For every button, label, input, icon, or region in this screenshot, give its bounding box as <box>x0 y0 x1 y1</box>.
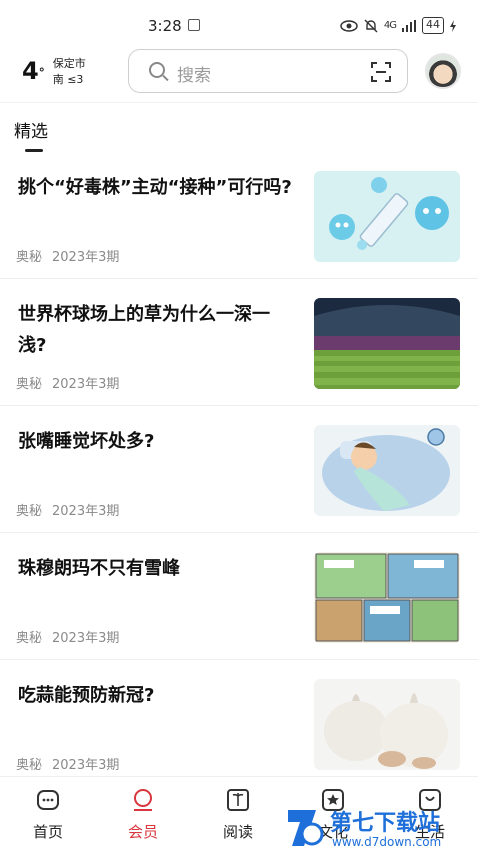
home-icon <box>37 790 59 810</box>
nav-member-label: 会员 <box>127 823 158 841</box>
status-time: 3:28 <box>148 17 182 35</box>
article-thumbnail <box>314 171 460 262</box>
tab-featured[interactable]: 精选 <box>14 117 48 142</box>
notification-icon <box>188 19 200 31</box>
article-title: 世界杯球场上的草为什么一深一浅? <box>18 304 270 356</box>
article-thumbnail <box>314 552 460 643</box>
status-icons: 4G 44 <box>340 17 456 34</box>
article-issue: 2023年3期 <box>52 631 120 646</box>
watermark-text: 第七下载站 <box>330 810 440 836</box>
eye-icon <box>340 19 358 32</box>
tab-bar: 精选 <box>0 102 478 152</box>
article-source: 奥秘 <box>16 504 43 519</box>
article-meta: 奥秘 2023年3期 <box>16 373 119 392</box>
weather-wind: 南 ≤3 <box>52 73 84 86</box>
article-title: 张嘴睡觉坏处多? <box>18 431 155 452</box>
list-item[interactable]: 吃蒜能预防新冠? 奥秘 2023年3期 <box>0 660 478 787</box>
list-item[interactable]: 珠穆朗玛不只有雪峰 奥秘 2023年3期 <box>0 533 478 660</box>
article-source: 奥秘 <box>16 758 43 773</box>
search-placeholder: 搜索 <box>177 66 211 86</box>
watermark-url: www.d7down.com <box>332 835 441 849</box>
nav-home-label: 首页 <box>32 823 63 841</box>
nav-read-label: 阅读 <box>222 823 253 841</box>
article-issue: 2023年3期 <box>52 377 120 392</box>
temperature: 4° <box>22 57 45 85</box>
battery-icon: 44 <box>422 17 444 34</box>
article-thumbnail <box>314 679 460 770</box>
list-item[interactable]: 张嘴睡觉坏处多? 奥秘 2023年3期 <box>0 406 478 533</box>
article-source: 奥秘 <box>16 377 43 392</box>
signal-icon: 4G <box>383 20 397 31</box>
nav-home[interactable]: 首页 <box>18 787 78 842</box>
article-title: 挑个“好毒株”主动“接种”可行吗? <box>18 177 292 198</box>
search-bar[interactable]: 搜索 <box>128 49 408 93</box>
article-meta: 奥秘 2023年3期 <box>16 500 119 519</box>
charging-icon <box>450 19 456 32</box>
signal-bars-icon <box>402 19 416 32</box>
header: 4° 保定市 南 ≤3 搜索 <box>0 44 478 100</box>
watermark-logo: 第七下载站 www.d7down.com <box>288 810 441 849</box>
article-meta: 奥秘 2023年3期 <box>16 246 119 265</box>
member-icon <box>134 789 152 811</box>
article-source: 奥秘 <box>16 631 43 646</box>
article-issue: 2023年3期 <box>52 250 120 265</box>
article-meta: 奥秘 2023年3期 <box>16 754 119 773</box>
search-icon <box>149 62 165 78</box>
weather-widget[interactable]: 4° 保定市 南 ≤3 <box>22 56 86 88</box>
nav-read[interactable]: 阅读 <box>208 787 268 842</box>
book-icon <box>227 789 249 811</box>
list-item[interactable]: 挑个“好毒株”主动“接种”可行吗? 奥秘 2023年3期 <box>0 152 478 279</box>
article-issue: 2023年3期 <box>52 758 120 773</box>
list-item[interactable]: 世界杯球场上的草为什么一深一浅? 奥秘 2023年3期 <box>0 279 478 406</box>
weather-info: 保定市 南 ≤3 <box>53 56 86 88</box>
avatar[interactable] <box>425 53 461 89</box>
article-thumbnail <box>314 425 460 516</box>
article-list: 挑个“好毒株”主动“接种”可行吗? 奥秘 2023年3期 世界杯球场上的草为什么一… <box>0 152 478 787</box>
weather-city: 保定市 <box>52 57 86 70</box>
article-meta: 奥秘 2023年3期 <box>16 627 119 646</box>
article-issue: 2023年3期 <box>52 504 120 519</box>
article-thumbnail <box>314 298 460 389</box>
mute-icon <box>364 19 378 32</box>
status-bar: 3:28 4G 44 <box>0 0 478 44</box>
article-title: 吃蒜能预防新冠? <box>18 685 155 706</box>
scan-icon[interactable] <box>371 62 391 82</box>
article-source: 奥秘 <box>16 250 43 265</box>
nav-member[interactable]: 会员 <box>113 787 173 842</box>
article-title: 珠穆朗玛不只有雪峰 <box>18 558 180 579</box>
